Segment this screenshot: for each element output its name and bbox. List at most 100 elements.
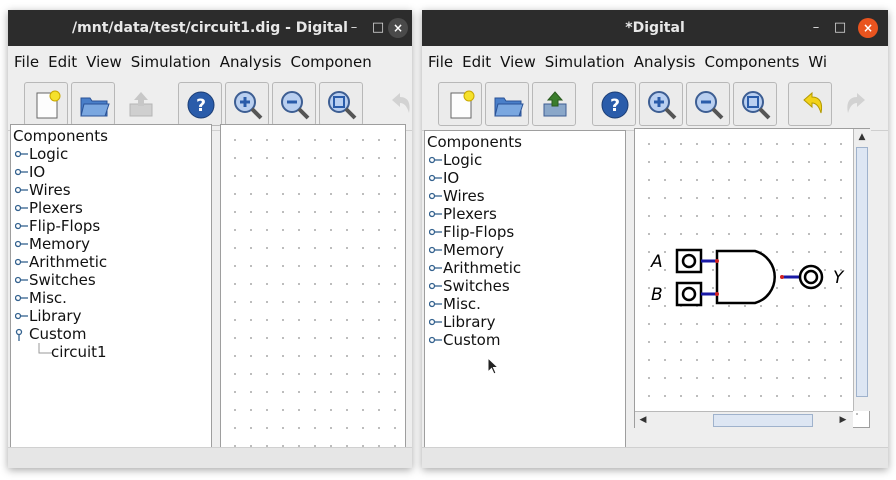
- tree-handle-icon: [429, 210, 442, 218]
- tree-root: Components: [13, 127, 108, 145]
- open-icon: [494, 97, 524, 117]
- undo-button[interactable]: [376, 82, 412, 126]
- tree-handle-icon: [15, 258, 28, 266]
- zoom-out-button[interactable]: [272, 82, 316, 126]
- menu-analysis[interactable]: Analysis: [214, 46, 282, 78]
- tree-handle-icon: [429, 300, 442, 308]
- redo-button[interactable]: [835, 82, 879, 126]
- open-button[interactable]: [485, 82, 529, 126]
- tree-handle-icon: [429, 228, 442, 236]
- circuit-canvas[interactable]: [220, 124, 406, 450]
- menu-file[interactable]: File: [422, 46, 453, 78]
- tree-handle-icon: [429, 318, 442, 326]
- tree-handle-icon: [15, 150, 28, 158]
- menu-bar: File Edit View Simulation Analysis Componen: [8, 46, 412, 78]
- menu-simulation[interactable]: Simulation: [125, 46, 211, 78]
- tree-handle-icon: [15, 204, 28, 212]
- minimize-button[interactable]: –: [344, 18, 364, 38]
- help-icon: ?: [601, 91, 629, 119]
- zoom-out-button[interactable]: [686, 82, 730, 126]
- component-tree[interactable]: Components Logic IO Wires Plexers Flip-F…: [10, 124, 212, 450]
- save-icon: [543, 91, 567, 117]
- mouse-cursor-icon: [487, 357, 500, 375]
- menu-analysis[interactable]: Analysis: [628, 46, 696, 78]
- tree-handle-icon: [429, 156, 442, 164]
- menu-window[interactable]: Wi: [802, 46, 827, 78]
- maximize-button[interactable]: □: [830, 18, 850, 38]
- input-label-a: A: [651, 252, 663, 272]
- tree-handle-icon: [429, 246, 442, 254]
- status-bar: [422, 447, 888, 468]
- tree-handle-icon: [15, 186, 28, 194]
- close-button[interactable]: ×: [388, 18, 408, 38]
- menu-components[interactable]: Components: [699, 46, 800, 78]
- tree-handle-icon: [429, 174, 442, 182]
- menu-view[interactable]: View: [494, 46, 536, 78]
- svg-text:?: ?: [610, 96, 620, 116]
- save-button[interactable]: [532, 82, 576, 126]
- tree-handle-icon: [429, 264, 442, 272]
- title-bar[interactable]: *Digital – □ ×: [422, 10, 888, 46]
- close-button[interactable]: ×: [858, 18, 878, 38]
- tree-handle-icon: [429, 192, 442, 200]
- zoom-fit-icon: [328, 91, 357, 120]
- menu-simulation[interactable]: Simulation: [539, 46, 625, 78]
- zoom-fit-button[interactable]: [319, 82, 363, 126]
- input-label-b: B: [651, 285, 663, 305]
- zoom-fit-button[interactable]: [733, 82, 777, 126]
- menu-bar: File Edit View Simulation Analysis Components…: [422, 46, 888, 78]
- scroll-left-icon[interactable]: ◀: [635, 412, 651, 428]
- new-icon: [450, 90, 475, 119]
- tree-handle-icon: [429, 336, 442, 344]
- new-icon: [36, 90, 61, 119]
- menu-edit[interactable]: Edit: [456, 46, 491, 78]
- tree-handle-icon: [15, 222, 28, 230]
- window-digital[interactable]: *Digital – □ × File Edit View Simulation Ana…: [422, 10, 888, 468]
- new-button[interactable]: [24, 82, 68, 126]
- vertical-scrollbar[interactable]: ▲: [853, 129, 871, 411]
- help-button[interactable]: ?: [592, 82, 636, 126]
- output-label-y: Y: [833, 268, 844, 288]
- undo-icon: [803, 91, 823, 114]
- zoom-out-icon: [281, 91, 310, 120]
- tree-expanded-handle-icon: [15, 328, 23, 341]
- tree-handle-icon: [15, 240, 28, 248]
- scroll-right-icon[interactable]: ▶: [835, 412, 851, 428]
- zoom-fit-icon: [742, 91, 771, 120]
- maximize-button[interactable]: □: [368, 18, 388, 38]
- zoom-out-icon: [695, 91, 724, 120]
- open-icon: [80, 97, 110, 117]
- zoom-in-button[interactable]: [639, 82, 683, 126]
- tree-handle-icon: [15, 294, 28, 302]
- component-tree[interactable]: Components Logic IO Wires Plexers Flip-F…: [424, 130, 626, 450]
- undo-button[interactable]: [788, 82, 832, 126]
- tree-handle-icon: [429, 282, 442, 290]
- scroll-up-icon[interactable]: ▲: [854, 129, 870, 145]
- open-button[interactable]: [71, 82, 115, 126]
- menu-edit[interactable]: Edit: [42, 46, 77, 78]
- new-button[interactable]: [438, 82, 482, 126]
- help-button[interactable]: ?: [178, 82, 222, 126]
- svg-text:?: ?: [196, 96, 206, 116]
- menu-view[interactable]: View: [80, 46, 122, 78]
- vertical-scroll-thumb[interactable]: [856, 147, 868, 397]
- circuit-canvas[interactable]: A B Y ▲ ◀ ▶: [634, 128, 871, 429]
- status-bar: [8, 447, 412, 468]
- zoom-in-button[interactable]: [225, 82, 269, 126]
- title-bar[interactable]: /mnt/data/test/circuit1.dig - Digital – …: [8, 10, 412, 46]
- horizontal-scroll-thumb[interactable]: [713, 414, 813, 427]
- save-icon: [129, 92, 153, 117]
- save-button[interactable]: [118, 82, 162, 126]
- zoom-in-icon: [648, 91, 677, 120]
- horizontal-scrollbar[interactable]: ◀ ▶: [635, 411, 853, 429]
- tree-handle-icon: [15, 276, 28, 284]
- minimize-button[interactable]: –: [806, 18, 826, 38]
- menu-components[interactable]: Componen: [285, 46, 372, 78]
- window-circuit1[interactable]: /mnt/data/test/circuit1.dig - Digital – …: [8, 10, 412, 468]
- tree-handle-icon: [15, 168, 28, 176]
- help-icon: ?: [187, 91, 215, 119]
- tree-handle-icon: [15, 312, 28, 320]
- redo-icon: [847, 93, 865, 113]
- undo-icon: [392, 93, 410, 113]
- menu-file[interactable]: File: [8, 46, 39, 78]
